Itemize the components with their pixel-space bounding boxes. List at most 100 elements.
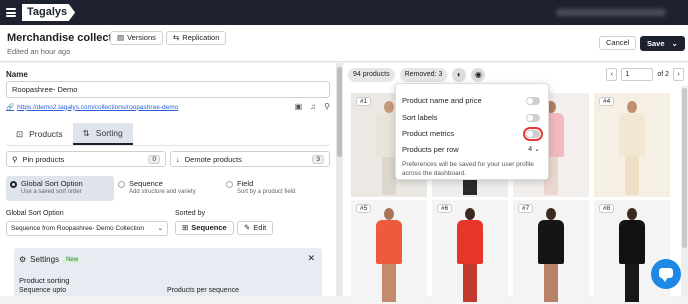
left-panel-scrollbar[interactable] — [336, 63, 343, 296]
sort-labels-toggle[interactable] — [526, 114, 540, 122]
demote-products-button[interactable]: ↓ Demote products 3 — [170, 151, 330, 167]
sort-option-field[interactable]: Field Sort by a product field — [222, 176, 330, 201]
products-per-row-value: 4 — [528, 146, 533, 153]
page-input[interactable]: 1 — [621, 68, 654, 81]
image-icon[interactable]: ▣ — [295, 102, 303, 111]
chevron-down-icon: ⌄ — [157, 225, 163, 232]
replication-button[interactable]: ⇆ Replication — [166, 31, 227, 45]
demote-count-badge: 3 — [312, 154, 324, 164]
product-count-badge: 94 products — [348, 68, 395, 82]
product-card[interactable]: #8 — [594, 200, 670, 304]
product-rank: #8 — [599, 204, 615, 213]
product-rank: #6 — [437, 204, 453, 213]
prev-page-button[interactable]: ‹ — [606, 68, 618, 81]
brand-logo[interactable]: Tagalys — [22, 4, 76, 21]
pin-count-badge: 0 — [148, 154, 160, 164]
person-icon[interactable]: ⚲ — [324, 102, 330, 111]
collection-url-text: https://demo2.tagalys.com/collections/ro… — [17, 103, 179, 111]
save-button[interactable]: Save ⌄ — [640, 36, 685, 51]
menu-icon[interactable] — [6, 8, 16, 17]
radio-icon — [118, 181, 125, 188]
cancel-button[interactable]: Cancel — [599, 36, 637, 50]
url-actions: ▣ ♫ ⚲ — [295, 102, 330, 111]
scrollbar-thumb[interactable] — [682, 88, 687, 248]
sequence-upto-label: Sequence upto — [19, 287, 67, 294]
sort-option-sequence[interactable]: Sequence Add structure and variety — [114, 176, 222, 201]
scan-icon: ⊡ — [16, 128, 24, 139]
sorted-by-label: Sorted by — [175, 210, 205, 217]
bell-icon[interactable]: ♫ — [310, 102, 316, 111]
product-card[interactable]: #6 — [432, 200, 508, 304]
radio-selected-icon — [10, 181, 17, 188]
edit-button[interactable]: ✎ Edit — [237, 221, 274, 235]
versions-label: Versions — [127, 33, 156, 42]
product-rank: #1 — [356, 97, 372, 106]
product-image — [619, 101, 645, 197]
tab-sorting-label: Sorting — [95, 128, 123, 138]
user-account-menu[interactable] — [556, 9, 666, 16]
product-card[interactable]: #5 — [351, 200, 427, 304]
pagination: ‹ 1 of 2 › — [606, 67, 684, 82]
preferences-note: Preferences will be saved for your user … — [402, 161, 534, 177]
tab-products[interactable]: ⊡ Products — [6, 123, 73, 145]
preview-scrollbar[interactable] — [681, 86, 688, 296]
products-per-row-label: Products per row — [402, 145, 459, 154]
product-image — [619, 208, 645, 304]
product-rank: #5 — [356, 204, 372, 213]
sequence-label: Sequence — [191, 223, 227, 232]
name-label: Name — [6, 70, 28, 79]
replication-label: Replication — [182, 33, 220, 42]
display-preferences-popover: Product name and price Sort labels Produ… — [395, 83, 549, 180]
pin-products-label: Pin products — [22, 154, 65, 164]
edit-label: Edit — [253, 223, 267, 232]
product-card[interactable]: #7 — [513, 200, 589, 304]
collapse-icon[interactable]: ✕ — [307, 253, 315, 264]
collection-tabs: ⊡ Products ⇅ Sorting — [6, 123, 133, 145]
product-image — [538, 208, 564, 304]
arrow-down-icon: ↓ — [176, 154, 180, 164]
versions-button[interactable]: ▤ Versions — [110, 31, 163, 45]
sort-labels-label: Sort labels — [402, 113, 438, 122]
page-total: of 2 — [657, 71, 669, 78]
chevron-down-icon: ⌄ — [534, 146, 540, 153]
pencil-icon: ✎ — [244, 223, 251, 232]
grid-icon: ⊞ — [182, 223, 189, 232]
product-image — [376, 208, 402, 304]
collection-settings-panel: Name Roopashree- Demo 🔗 https://demo2.ta… — [0, 63, 336, 296]
collection-url-link[interactable]: 🔗 https://demo2.tagalys.com/collections/… — [6, 103, 179, 112]
product-metrics-toggle[interactable] — [523, 127, 543, 141]
tab-sorting[interactable]: ⇅ Sorting — [72, 123, 133, 145]
sort-option-title: Global Sort Option — [21, 179, 83, 188]
scrollbar-thumb[interactable] — [337, 67, 342, 157]
settings-section: ⚙ Settings New ✕ Product sorting Sequenc… — [14, 248, 322, 296]
chat-icon[interactable] — [651, 259, 681, 289]
product-metrics-label: Product metrics — [402, 129, 455, 138]
product-card[interactable]: #4 — [594, 93, 670, 197]
settings-header[interactable]: ⚙ Settings New — [19, 255, 82, 264]
name-input[interactable]: Roopashree- Demo — [6, 81, 330, 98]
sort-option-desc: Sort by a product field — [237, 189, 296, 195]
radio-icon — [226, 181, 233, 188]
pin-products-button[interactable]: ⚲ Pin products 0 — [6, 151, 166, 167]
tab-products-label: Products — [29, 129, 63, 139]
product-rank: #7 — [518, 204, 534, 213]
product-image — [457, 208, 483, 304]
name-price-label: Product name and price — [402, 96, 482, 105]
name-price-toggle[interactable] — [526, 97, 540, 105]
sort-option-global[interactable]: Global Sort Option Use a saved sort order — [6, 176, 114, 201]
settings-title: Settings — [30, 255, 60, 264]
products-per-row-select[interactable]: 4 ⌄ — [528, 145, 540, 153]
sequence-button[interactable]: ⊞ Sequence — [175, 221, 234, 235]
eye-icon[interactable]: ◉ — [471, 68, 486, 82]
pin-icon: ⚲ — [12, 154, 18, 164]
contrast-icon[interactable]: ◐ — [452, 68, 467, 82]
product-rank: #4 — [599, 97, 615, 106]
tab-divider — [6, 145, 330, 146]
global-sort-option-select[interactable]: Sequence from Roopashree- Demo Collectio… — [6, 221, 168, 236]
global-sort-option-label: Global Sort Option — [6, 210, 64, 217]
chevron-down-icon: ⌄ — [671, 38, 678, 48]
link-icon: 🔗 — [6, 104, 15, 111]
next-page-button[interactable]: › — [673, 68, 684, 81]
versions-icon: ▤ — [117, 33, 125, 42]
removed-count-badge[interactable]: Removed: 3 — [399, 68, 448, 82]
